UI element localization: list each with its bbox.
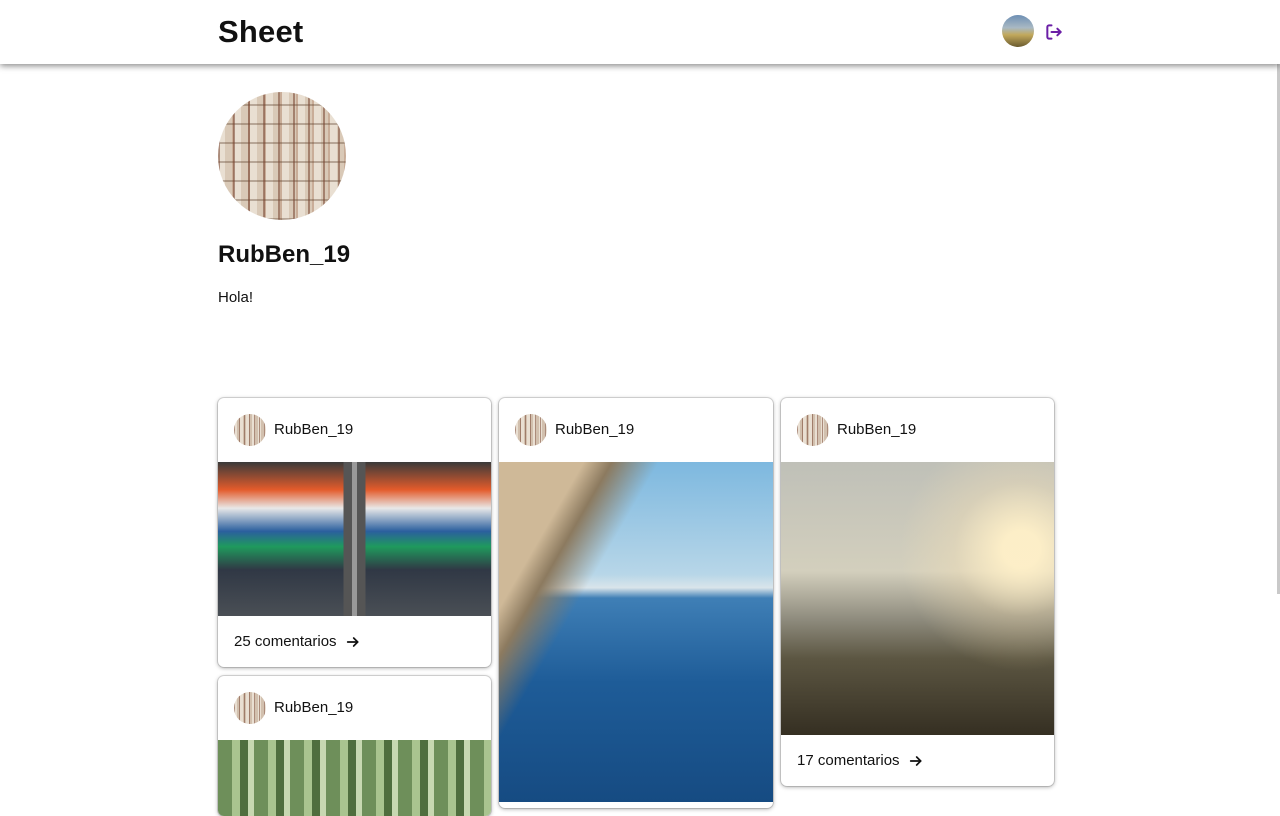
bamboo-photo[interactable] [218,740,491,816]
post-card[interactable]: RubBen_19 [499,398,773,808]
comments-link[interactable]: 17 comentarios [797,752,924,769]
logout-icon[interactable] [1044,22,1064,42]
comments-count[interactable]: 17 comentarios [797,752,900,769]
arrow-right-icon [909,755,922,766]
comments-link[interactable]: 25 comentarios [234,633,361,650]
post-author[interactable]: RubBen_19 [274,699,353,716]
user-avatar-icon[interactable] [1002,15,1034,47]
app-logo[interactable]: Sheet [218,14,303,50]
profile-username: RubBen_19 [218,241,351,268]
post-header: RubBen_19 [781,398,1054,462]
post-author[interactable]: RubBen_19 [555,421,634,438]
post-author[interactable]: RubBen_19 [274,421,353,438]
sea-cliff-photo[interactable] [499,462,773,802]
arrow-right-icon [346,636,359,647]
post-card[interactable]: RubBen_19 [218,676,491,816]
post-card[interactable]: RubBen_19 25 comentarios [218,398,491,667]
profile-avatar [218,92,346,220]
post-header: RubBen_19 [218,398,491,462]
post-author[interactable]: RubBen_19 [837,421,916,438]
author-avatar[interactable] [515,414,547,446]
author-avatar[interactable] [797,414,829,446]
post-card[interactable]: RubBen_19 17 comentarios [781,398,1054,786]
comments-count[interactable]: 25 comentarios [234,633,337,650]
post-header: RubBen_19 [499,398,773,462]
valley-sunset-photo[interactable] [781,462,1054,735]
profile-bio: Hola! [218,289,254,306]
author-avatar[interactable] [234,692,266,724]
top-navbar: Sheet [0,0,1280,64]
post-header: RubBen_19 [218,676,491,740]
clothes-rack-photo[interactable] [218,462,491,616]
author-avatar[interactable] [234,414,266,446]
